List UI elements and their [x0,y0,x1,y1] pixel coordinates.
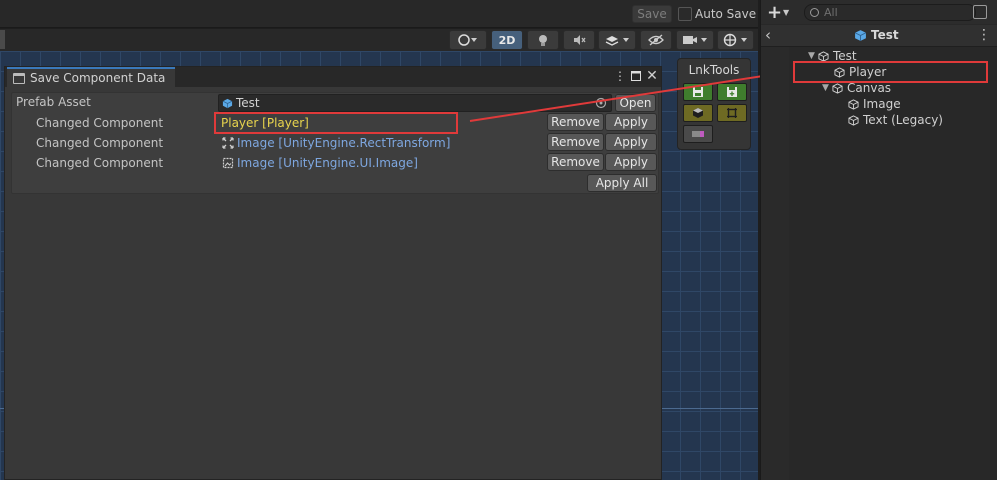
create-plus-icon[interactable]: + [767,2,782,23]
prefab-scene-header: ‹ Test ⋮ [761,25,997,47]
gameobject-cube-icon [818,50,829,62]
search-filter-icon[interactable] [973,5,987,19]
prefab-cube-icon [854,29,867,41]
chevron-down-icon[interactable]: ▼ [822,83,832,93]
hierarchy-search-input[interactable]: All [804,4,976,21]
scene-title-text: Test [871,28,899,42]
gameobject-cube-icon [832,82,843,94]
hierarchy-toolbar: + ▼ All [761,0,997,24]
tree-item-canvas[interactable]: ▼ Canvas [822,81,891,95]
tree-item-text-legacy[interactable]: Text (Legacy) [848,113,943,127]
prefab-scene-title: Test [854,28,899,42]
search-icon [810,8,819,17]
tree-item-image[interactable]: Image [848,97,901,111]
gameobject-cube-icon [848,114,859,126]
gameobject-cube-icon [848,98,859,110]
tree-item-label: Text (Legacy) [863,113,943,127]
highlight-box-hierarchy [793,61,988,83]
hierarchy-gutter [761,47,789,480]
tree-item-label: Image [863,97,901,111]
back-arrow-icon[interactable]: ‹ [765,26,771,44]
more-options-icon[interactable]: ⋮ [977,27,991,43]
search-placeholder: All [824,6,838,19]
chevron-down-icon[interactable]: ▼ [808,51,818,61]
tree-item-label: Canvas [847,81,892,95]
chevron-down-icon[interactable]: ▼ [783,8,789,17]
